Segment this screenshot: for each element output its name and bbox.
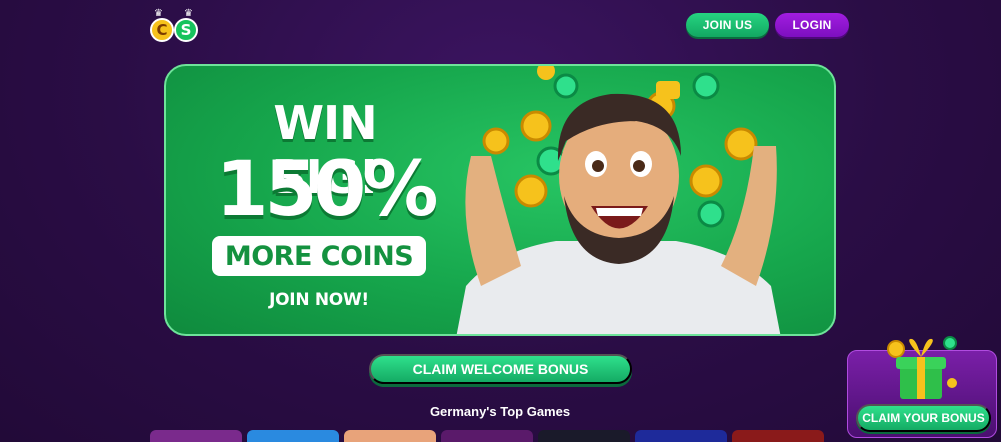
top-games-heading: Germany's Top Games (429, 404, 571, 419)
site-logo[interactable]: ♛ ♛ C S (150, 8, 200, 44)
game-tile[interactable] (247, 430, 339, 442)
login-button[interactable]: LOGIN (775, 13, 849, 37)
game-tile[interactable] (150, 430, 242, 442)
banner-join-now[interactable]: JOIN NOW! (212, 290, 426, 310)
logo-coin-c: C (150, 18, 174, 42)
gift-icon (887, 336, 957, 399)
claim-welcome-bonus-button[interactable]: CLAIM WELCOME BONUS (369, 354, 632, 384)
games-row (150, 430, 850, 442)
game-tile[interactable] (344, 430, 436, 442)
banner-more-coins: MORE COINS (212, 236, 426, 276)
game-tile[interactable] (635, 430, 727, 442)
logo-coin-s: S (174, 18, 198, 42)
game-tile[interactable] (441, 430, 533, 442)
bonus-widget[interactable]: CLAIM YOUR BONUS (847, 336, 997, 438)
banner-illustration (456, 66, 781, 334)
promo-banner[interactable]: WIN BIG! 150% MORE COINS JOIN NOW! (164, 64, 836, 336)
join-us-button[interactable]: JOIN US (686, 13, 769, 37)
claim-your-bonus-button[interactable]: CLAIM YOUR BONUS (856, 404, 991, 432)
game-tile[interactable] (732, 430, 824, 442)
banner-percent: 150% (215, 144, 439, 233)
game-tile[interactable] (538, 430, 630, 442)
